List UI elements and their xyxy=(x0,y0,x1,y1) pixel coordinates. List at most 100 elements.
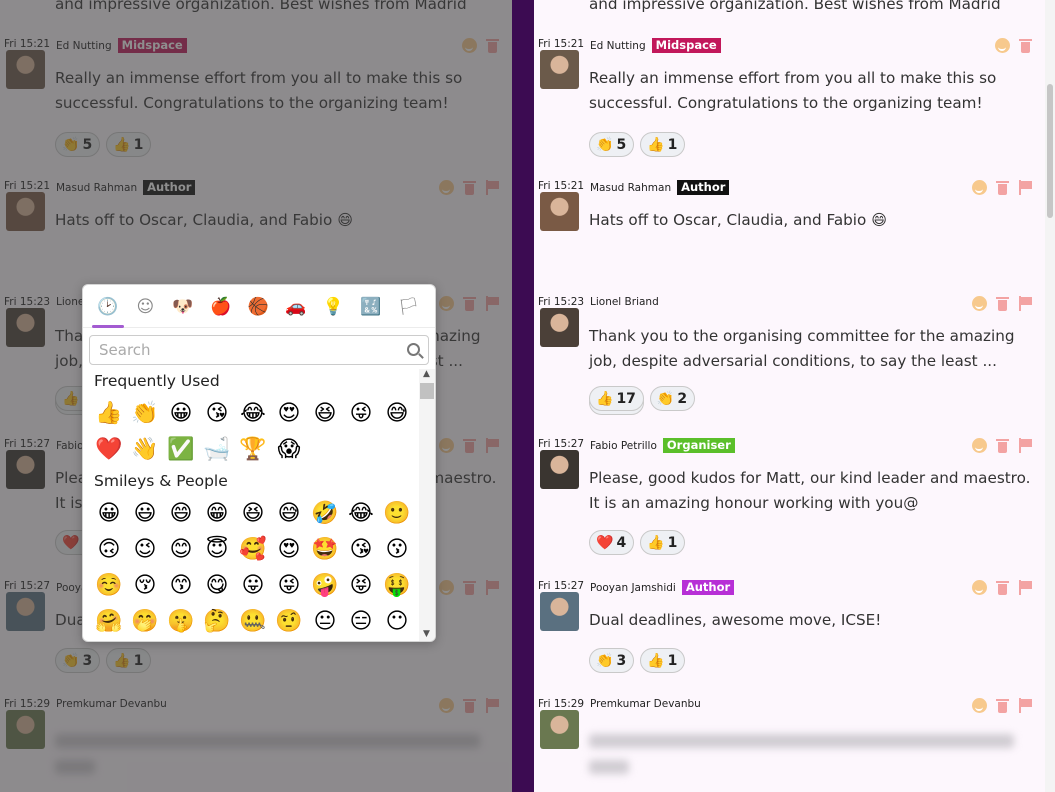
emoji-option[interactable]: 😐 xyxy=(307,603,343,639)
emoji-option[interactable]: 😂 xyxy=(235,395,271,431)
emoji-scroll-thumb[interactable] xyxy=(420,383,434,399)
emoji-option[interactable]: 😗 xyxy=(379,531,415,567)
emoji-option[interactable]: 😄 xyxy=(163,495,199,531)
emoji-option[interactable]: 😘 xyxy=(343,531,379,567)
emoji-option[interactable]: 🙃 xyxy=(91,531,127,567)
tab-recent-icon[interactable]: 🕑 xyxy=(89,285,127,328)
emoji-option[interactable]: 👍 xyxy=(91,395,127,431)
emoji-option[interactable]: 😍 xyxy=(271,395,307,431)
emoji-option[interactable]: 😚 xyxy=(127,567,163,603)
add-reaction-icon[interactable] xyxy=(972,296,987,311)
emoji-option[interactable]: 🤫 xyxy=(163,603,199,639)
tab-objects-icon[interactable]: 💡 xyxy=(315,285,353,328)
emoji-option[interactable]: 😛 xyxy=(235,567,271,603)
delete-icon[interactable] xyxy=(995,698,1010,713)
emoji-option[interactable]: 😅 xyxy=(379,395,415,431)
avatar[interactable] xyxy=(540,710,579,749)
chat-scrollbar[interactable] xyxy=(1045,0,1055,792)
add-reaction-icon[interactable] xyxy=(972,438,987,453)
tab-smileys-icon[interactable]: ☺ xyxy=(127,285,165,328)
emoji-option[interactable]: 🤣 xyxy=(307,495,343,531)
reaction-button[interactable]: 👏2 xyxy=(649,386,696,411)
emoji-option[interactable]: 😀 xyxy=(163,395,199,431)
emoji-option[interactable]: ✅ xyxy=(163,431,199,467)
emoji-option[interactable]: 😘 xyxy=(199,395,235,431)
emoji-option[interactable]: 😇 xyxy=(199,531,235,567)
reaction-button[interactable]: 👍1 xyxy=(640,530,686,555)
emoji-option[interactable]: 😅 xyxy=(271,495,307,531)
tab-animals-icon[interactable]: 🐶 xyxy=(164,285,202,328)
reaction-button[interactable]: ❤️4 xyxy=(589,530,635,555)
emoji-option[interactable]: 🤗 xyxy=(91,603,127,639)
delete-icon[interactable] xyxy=(995,438,1010,453)
emoji-search-input[interactable]: Search xyxy=(89,335,429,365)
emoji-option[interactable]: 😜 xyxy=(343,395,379,431)
scroll-down-icon[interactable]: ▼ xyxy=(423,629,430,639)
emoji-option[interactable]: 😙 xyxy=(163,567,199,603)
emoji-option[interactable]: 😋 xyxy=(199,567,235,603)
emoji-option[interactable]: 😱 xyxy=(271,431,307,467)
reaction-button[interactable]: 👍17 xyxy=(589,386,644,411)
tab-symbols-icon[interactable]: 🔣 xyxy=(352,285,390,328)
delete-icon[interactable] xyxy=(995,580,1010,595)
delete-icon[interactable] xyxy=(995,296,1010,311)
add-reaction-icon[interactable] xyxy=(972,180,987,195)
emoji-option[interactable]: 😃 xyxy=(127,495,163,531)
emoji-option[interactable]: 🤩 xyxy=(307,531,343,567)
add-reaction-icon[interactable] xyxy=(972,580,987,595)
emoji-option[interactable]: 😆 xyxy=(307,395,343,431)
avatar[interactable] xyxy=(540,308,579,347)
emoji-option[interactable]: 😑 xyxy=(343,603,379,639)
add-reaction-icon[interactable] xyxy=(972,698,987,713)
emoji-option[interactable]: 😉 xyxy=(127,531,163,567)
emoji-option[interactable]: 🤭 xyxy=(127,603,163,639)
add-reaction-icon[interactable] xyxy=(995,38,1010,53)
emoji-option[interactable]: 😍 xyxy=(271,531,307,567)
author-name[interactable]: Ed Nutting xyxy=(590,40,646,52)
avatar[interactable] xyxy=(540,450,579,489)
emoji-option[interactable]: 😊 xyxy=(163,531,199,567)
emoji-option[interactable]: 😆 xyxy=(235,495,271,531)
author-name[interactable]: Masud Rahman xyxy=(590,182,671,194)
scrollbar-thumb[interactable] xyxy=(1047,84,1053,218)
author-name[interactable]: Pooyan Jamshidi xyxy=(590,582,676,594)
tab-food-icon[interactable]: 🍎 xyxy=(202,285,240,328)
scroll-up-icon[interactable]: ▲ xyxy=(423,369,430,379)
reaction-button[interactable]: 👏3 xyxy=(589,648,635,673)
emoji-option[interactable]: 😜 xyxy=(271,567,307,603)
author-name[interactable]: Premkumar Devanbu xyxy=(590,698,701,710)
emoji-option[interactable]: 😁 xyxy=(199,495,235,531)
reaction-button[interactable]: 👍1 xyxy=(640,648,686,673)
emoji-option[interactable]: 🤔 xyxy=(199,603,235,639)
emoji-option[interactable]: ☺️ xyxy=(91,567,127,603)
reaction-button[interactable]: 👍1 xyxy=(640,132,686,157)
emoji-option[interactable]: 🙂 xyxy=(379,495,415,531)
emoji-option[interactable]: 🤐 xyxy=(235,603,271,639)
delete-icon[interactable] xyxy=(1018,38,1033,53)
reaction-button[interactable]: 👏5 xyxy=(589,132,635,157)
emoji-option[interactable]: 🏆 xyxy=(235,431,271,467)
emoji-option[interactable]: 🤪 xyxy=(307,567,343,603)
flag-icon[interactable] xyxy=(1018,296,1033,311)
emoji-grid-scrollbar[interactable]: ▲ ▼ xyxy=(419,369,435,641)
delete-icon[interactable] xyxy=(995,180,1010,195)
emoji-option[interactable]: ❤️ xyxy=(91,431,127,467)
emoji-option[interactable]: 😂 xyxy=(343,495,379,531)
avatar[interactable] xyxy=(540,50,579,89)
flag-icon[interactable] xyxy=(1018,580,1033,595)
emoji-option[interactable]: 🥰 xyxy=(235,531,271,567)
emoji-option[interactable]: 🤨 xyxy=(271,603,307,639)
tab-activity-icon[interactable]: 🏀 xyxy=(239,285,277,328)
avatar[interactable] xyxy=(540,192,579,231)
tab-flags-icon[interactable]: 🏳 xyxy=(390,285,428,328)
emoji-option[interactable]: 😶 xyxy=(379,603,415,639)
author-name[interactable]: Lionel Briand xyxy=(590,296,659,308)
avatar[interactable] xyxy=(540,592,579,631)
emoji-option[interactable]: 🛁 xyxy=(199,431,235,467)
emoji-option[interactable]: 🤑 xyxy=(379,567,415,603)
emoji-option[interactable]: 😝 xyxy=(343,567,379,603)
flag-icon[interactable] xyxy=(1018,698,1033,713)
flag-icon[interactable] xyxy=(1018,438,1033,453)
tab-travel-icon[interactable]: 🚗 xyxy=(277,285,315,328)
emoji-option[interactable]: 👋 xyxy=(127,431,163,467)
